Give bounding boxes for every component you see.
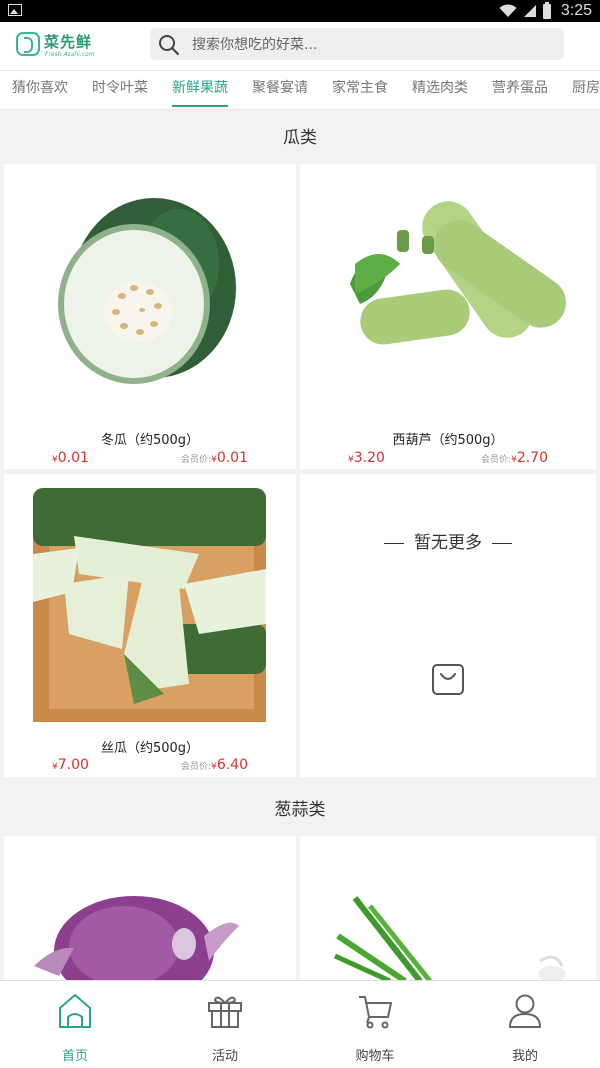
member-price-label: 会员价: [181, 455, 212, 465]
home-icon [59, 994, 91, 1028]
status-clock: 3:25 [560, 2, 592, 19]
wifi-icon [499, 4, 517, 17]
nav-home[interactable]: 首页 [0, 981, 150, 1068]
search-icon [159, 35, 180, 56]
tab-home-staples[interactable]: 家常主食 [332, 71, 388, 109]
logo-leaf-icon [16, 32, 40, 56]
status-bar: 3:25 [0, 0, 600, 22]
battery-icon [542, 1, 551, 19]
gift-icon [208, 996, 242, 1028]
tab-seasonal-greens[interactable]: 时令叶菜 [92, 71, 148, 109]
nav-profile[interactable]: 我的 [450, 981, 600, 1068]
section-title-melons: 瓜类 [283, 128, 317, 148]
tab-eggs[interactable]: 营养蛋品 [492, 71, 548, 109]
winter-melon-image [58, 198, 236, 384]
red-onion-image [34, 896, 239, 981]
product-name: 西葫芦（约500g） [392, 433, 504, 448]
logo-subtext: Fresh Asahi.com [45, 51, 95, 58]
member-price-label: 会员价: [481, 455, 512, 465]
no-more-card: 暂无更多 [300, 474, 596, 777]
tab-kitchen[interactable]: 厨房 [572, 71, 600, 109]
loofah-image [33, 488, 266, 722]
member-price-value: 6.40 [216, 757, 248, 773]
product-card[interactable]: 冬瓜（约500g） ¥0.01 会员价:¥0.01 [4, 164, 296, 469]
nav-cart-label: 购物车 [355, 1049, 395, 1064]
section-title-onion-garlic: 葱蒜类 [274, 800, 326, 820]
member-price: 会员价:¥2.70 [481, 450, 548, 466]
tab-selected-meat[interactable]: 精选肉类 [412, 71, 468, 109]
price-value: 3.20 [353, 450, 385, 466]
app-logo: 菜先鲜 Fresh Asahi.com [16, 28, 106, 64]
member-price: 会员价:¥0.01 [181, 450, 248, 466]
user-icon [509, 994, 541, 1028]
member-price-label: 会员价: [181, 762, 212, 772]
zucchini-image [350, 201, 566, 345]
no-more-label: 暂无更多 [414, 533, 482, 553]
cart-icon [359, 996, 392, 1029]
tab-fresh-produce[interactable]: 新鲜果蔬 [172, 71, 228, 109]
nav-activity-label: 活动 [211, 1049, 238, 1064]
product-card[interactable] [300, 836, 596, 981]
price-value: 7.00 [57, 757, 89, 773]
signal-icon [523, 5, 536, 17]
member-price: 会员价:¥6.40 [181, 757, 248, 773]
product-price: ¥0.01 [52, 450, 89, 466]
member-price-value: 0.01 [216, 450, 248, 466]
nav-activity[interactable]: 活动 [150, 981, 300, 1068]
logo-text: 菜先鲜 [44, 33, 93, 51]
app-header: 菜先鲜 Fresh Asahi.com 搜索你想吃的好菜... [0, 22, 600, 70]
product-name: 丝瓜（约500g） [100, 741, 200, 756]
product-card[interactable]: 丝瓜（约500g） ¥7.00 会员价:¥6.40 [4, 474, 296, 777]
price-value: 0.01 [57, 450, 89, 466]
member-price-value: 2.70 [516, 450, 548, 466]
product-name: 冬瓜（约500g） [100, 433, 200, 448]
no-more-text: 暂无更多 [300, 528, 596, 553]
gallery-notification-icon [8, 4, 22, 16]
tab-guess-you-like[interactable]: 猜你喜欢 [12, 71, 68, 109]
shopping-bag-icon [432, 664, 464, 695]
category-tabs: 猜你喜欢 时令叶菜 新鲜果蔬 聚餐宴请 家常主食 精选肉类 营养蛋品 厨房 [0, 70, 600, 110]
tab-party-dining[interactable]: 聚餐宴请 [252, 71, 308, 109]
nav-home-label: 首页 [61, 1049, 88, 1064]
product-card[interactable]: 西葫芦（约500g） ¥3.20 会员价:¥2.70 [300, 164, 596, 469]
nav-cart[interactable]: 购物车 [300, 981, 450, 1068]
scallion-image [333, 896, 566, 981]
search-placeholder: 搜索你想吃的好菜... [192, 37, 318, 53]
nav-profile-label: 我的 [511, 1049, 538, 1064]
product-price: ¥7.00 [52, 757, 89, 773]
product-price: ¥3.20 [348, 450, 385, 466]
bottom-nav: 首页 活动 购物车 我的 [0, 980, 600, 1068]
product-card[interactable] [4, 836, 296, 981]
search-input[interactable]: 搜索你想吃的好菜... [150, 28, 564, 60]
